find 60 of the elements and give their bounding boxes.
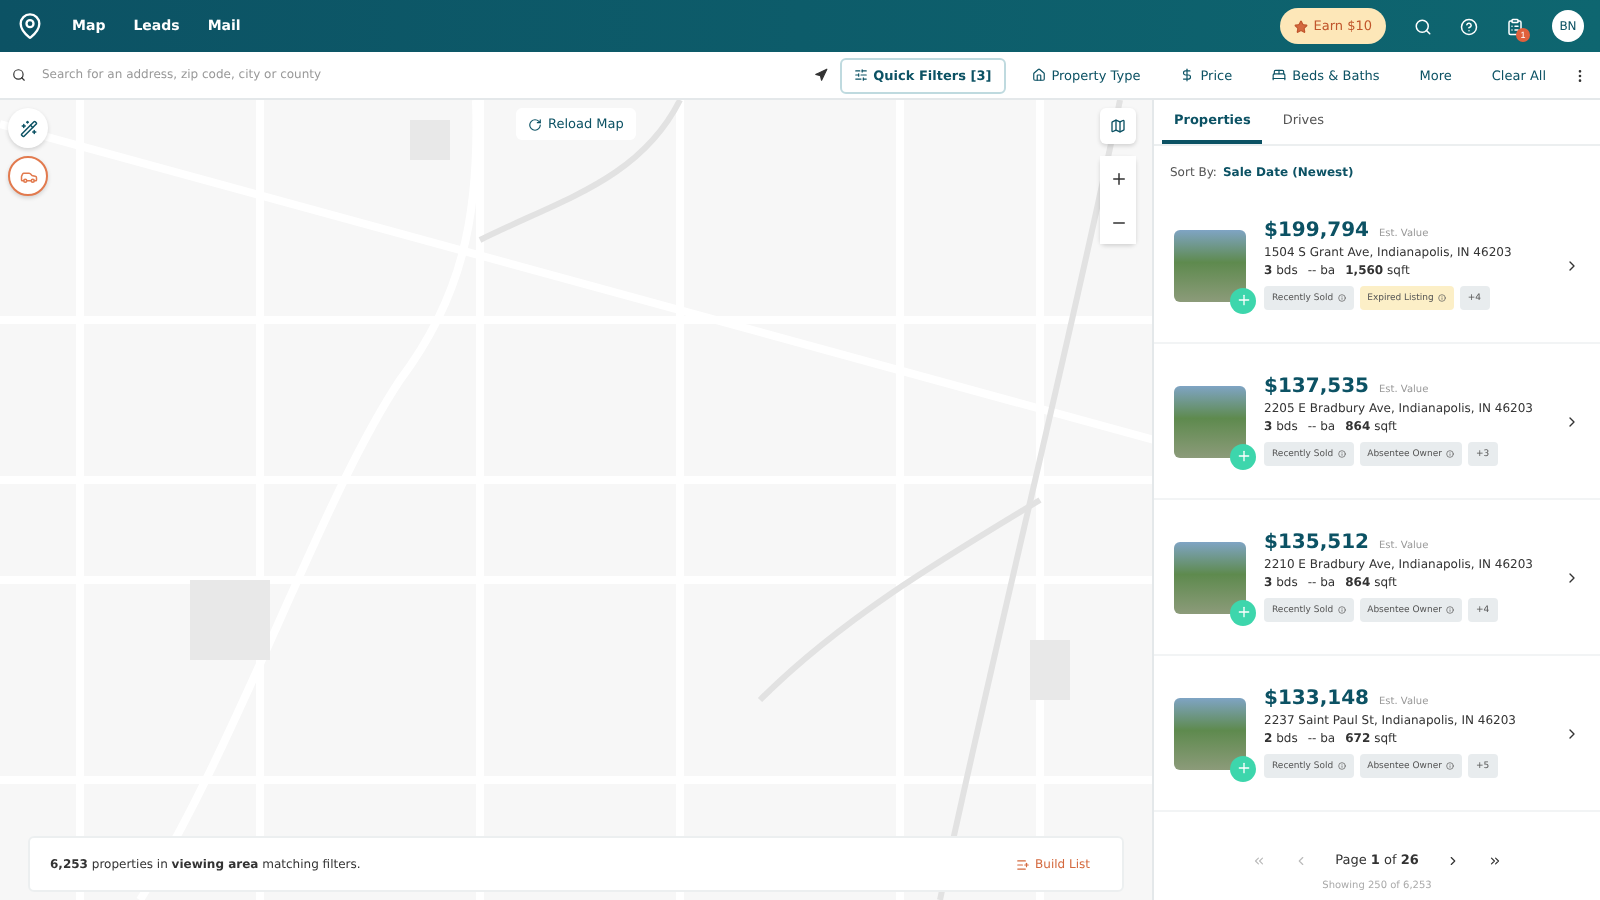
chevron-right-icon [1564, 569, 1580, 585]
info-icon [1337, 294, 1346, 302]
add-button[interactable] [1230, 599, 1256, 625]
add-button[interactable] [1230, 287, 1256, 313]
info-icon [1445, 450, 1454, 458]
bed-icon [1272, 68, 1287, 82]
property-price: $199,794 [1264, 220, 1370, 242]
plus-icon [1235, 760, 1251, 776]
plus-icon [1235, 604, 1251, 620]
add-button[interactable] [1230, 443, 1256, 469]
house-icon [1031, 68, 1046, 82]
list-icon [1015, 857, 1030, 871]
zoom-in-button[interactable] [1100, 156, 1136, 200]
car-icon [19, 167, 37, 185]
plus-icon [1109, 169, 1127, 187]
search-button[interactable] [1414, 17, 1432, 35]
photo-placeholder [1174, 697, 1246, 769]
star-icon [1293, 19, 1308, 33]
clipboard-icon [1506, 17, 1524, 35]
property-price: $133,148 [1264, 688, 1370, 710]
wand-icon [19, 119, 37, 137]
help-button[interactable] [1460, 17, 1478, 35]
add-button[interactable] [1230, 755, 1256, 781]
info-icon [1337, 450, 1346, 458]
chevron-right-icon [1564, 257, 1580, 273]
photo-placeholder [1174, 385, 1246, 457]
wand-button[interactable] [8, 108, 48, 148]
search-icon [12, 68, 26, 82]
next-page-button[interactable] [1446, 853, 1461, 867]
sliders-icon [853, 68, 868, 82]
help-icon [1460, 17, 1478, 35]
chevron-right-icon [1446, 853, 1461, 867]
map-icon [1110, 118, 1126, 134]
map-layers-button[interactable] [1100, 108, 1136, 144]
reload-icon [528, 117, 542, 131]
dollar-icon [1180, 68, 1195, 82]
double-chevron-right-icon [1488, 853, 1503, 867]
plus-icon [1235, 448, 1251, 464]
logo-icon[interactable] [16, 12, 44, 40]
info-icon [1445, 762, 1454, 770]
photo-placeholder [1174, 541, 1246, 613]
chevron-right-icon [1564, 413, 1580, 429]
info-icon [1445, 606, 1454, 614]
chevron-right-button[interactable] [1564, 725, 1580, 741]
chevron-right-icon [1564, 725, 1580, 741]
chevron-left-icon [1293, 853, 1308, 867]
last-page-button[interactable] [1488, 853, 1503, 867]
property-price: $137,535 [1264, 376, 1370, 398]
search-icon [1414, 17, 1432, 35]
chevron-right-button[interactable] [1564, 413, 1580, 429]
double-chevron-left-icon [1251, 853, 1266, 867]
photo-placeholder [1174, 229, 1246, 301]
location-arrow-icon[interactable] [813, 68, 828, 82]
info-icon [1337, 762, 1346, 770]
property-price: $135,512 [1264, 532, 1370, 554]
chevron-right-button[interactable] [1564, 569, 1580, 585]
info-icon [1437, 294, 1446, 302]
plus-icon [1235, 292, 1251, 308]
chevron-right-button[interactable] [1564, 257, 1580, 273]
info-icon [1337, 606, 1346, 614]
